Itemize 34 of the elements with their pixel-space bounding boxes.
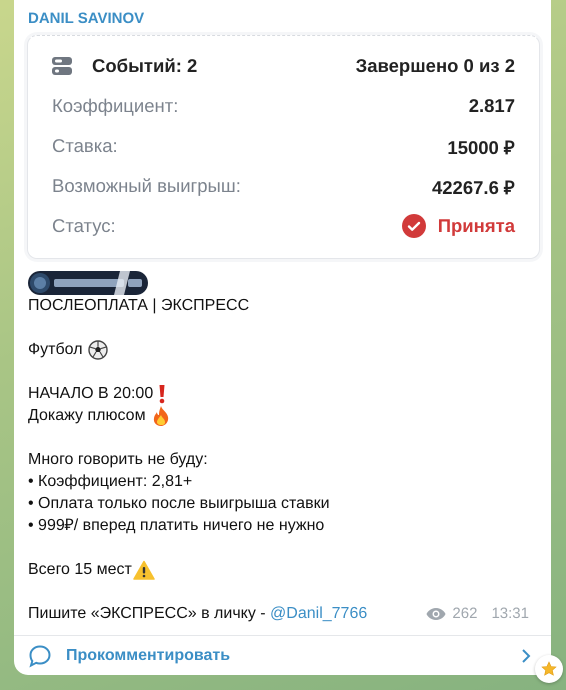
events-count: Событий: 2 xyxy=(92,55,198,77)
message-text: Докажу плюсом xyxy=(28,406,146,426)
message-time: 13:31 xyxy=(491,604,529,624)
message-text: Много говорить не буду: xyxy=(28,450,208,470)
star-icon xyxy=(541,661,557,677)
status-value: Принята xyxy=(438,215,515,237)
field-label: Возможный выигрыш: xyxy=(52,175,241,197)
message-text: ПОСЛЕОПЛАТА | ЭКСПРЕСС xyxy=(28,296,250,316)
field-value: 15000 ₽ xyxy=(447,136,515,158)
eye-icon xyxy=(426,607,446,621)
field-value: 42267.6 ₽ xyxy=(432,176,515,198)
speech-bubble-icon xyxy=(28,644,52,668)
progress-text: Завершено 0 из 2 xyxy=(356,55,515,77)
exclamation-icon xyxy=(157,384,168,404)
message-text: НАЧАЛО В 20:00 xyxy=(28,384,154,404)
list-icon xyxy=(52,56,72,76)
message-text: Всего 15 мест xyxy=(28,560,132,580)
chevron-right-icon xyxy=(521,648,531,664)
message-text: • Коэффициент: 2,81+ xyxy=(28,472,192,492)
message-text: Футбол xyxy=(28,340,83,360)
comment-button[interactable]: Прокомментировать xyxy=(14,636,535,675)
view-count: 262 xyxy=(452,604,478,624)
message-text: • Оплата только после выигрыша ставки xyxy=(28,494,330,514)
channel-name[interactable]: DANIL SAVINOV xyxy=(28,10,144,27)
status-label: Статус: xyxy=(52,215,116,237)
soccer-ball-icon xyxy=(88,340,108,360)
warning-icon xyxy=(132,560,155,580)
field-label: Коэффициент: xyxy=(52,95,178,117)
field-value: 2.817 xyxy=(468,95,515,117)
username-link[interactable]: @Danil_7766 xyxy=(270,605,368,622)
field-label: Ставка: xyxy=(52,135,118,157)
reaction-button[interactable] xyxy=(535,655,563,683)
message-text: • 999₽/ вперед платить ничего не нужно xyxy=(28,516,324,536)
message-text: Пишите «ЭКСПРЕСС» в личку - @Danil_7766 xyxy=(28,604,368,624)
